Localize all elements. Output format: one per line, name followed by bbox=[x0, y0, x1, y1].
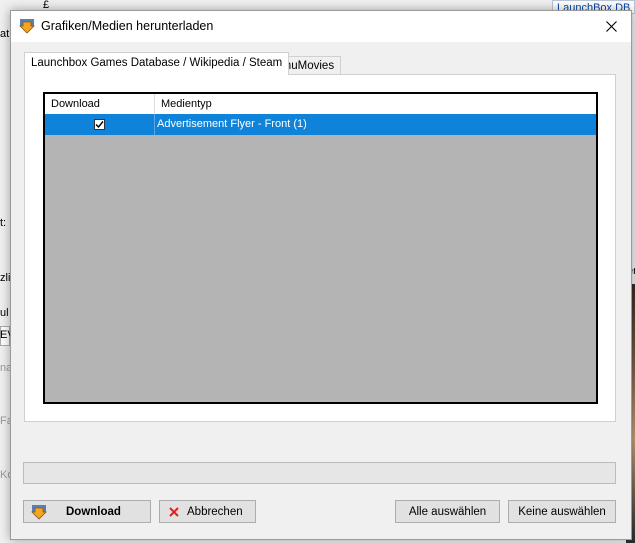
download-cell[interactable] bbox=[45, 114, 155, 135]
tab-launchbox-database[interactable]: Launchbox Games Database / Wikipedia / S… bbox=[24, 52, 290, 75]
bg-fragment: ul bbox=[0, 307, 9, 319]
download-button[interactable]: Download bbox=[23, 500, 151, 523]
bg-fragment: t: bbox=[0, 217, 7, 229]
download-progress-bar bbox=[23, 462, 616, 484]
download-arrow-icon bbox=[19, 19, 35, 34]
column-header-download[interactable]: Download bbox=[45, 94, 155, 114]
bg-fragment: zli bbox=[0, 272, 11, 284]
download-checkbox[interactable] bbox=[94, 119, 105, 130]
download-media-dialog: Grafiken/Medien herunterladen Launchbox … bbox=[10, 10, 632, 540]
column-header-media-type[interactable]: Medientyp bbox=[155, 94, 596, 114]
grid-header: Download Medientyp bbox=[45, 94, 596, 115]
cancel-x-icon bbox=[169, 507, 179, 517]
bg-fragment: at bbox=[0, 28, 10, 40]
tab-panel: Download Medientyp Advertisement Flyer -… bbox=[24, 74, 616, 422]
media-type-cell[interactable]: Advertisement Flyer - Front (1) bbox=[157, 114, 307, 135]
download-button-label: Download bbox=[66, 505, 121, 518]
cancel-button-label: Abbrechen bbox=[187, 505, 243, 518]
download-arrow-icon bbox=[31, 505, 47, 520]
cancel-button[interactable]: Abbrechen bbox=[159, 500, 256, 523]
select-all-button[interactable]: Alle auswählen bbox=[395, 500, 500, 523]
table-row[interactable]: Advertisement Flyer - Front (1) bbox=[45, 114, 596, 135]
title-bar[interactable]: Grafiken/Medien herunterladen bbox=[11, 11, 631, 42]
select-none-button[interactable]: Keine auswählen bbox=[508, 500, 616, 523]
checkmark-icon bbox=[95, 121, 104, 129]
media-grid: Download Medientyp Advertisement Flyer -… bbox=[43, 92, 598, 404]
close-icon bbox=[605, 21, 617, 32]
close-button[interactable] bbox=[591, 11, 631, 42]
dialog-title: Grafiken/Medien herunterladen bbox=[41, 19, 214, 33]
